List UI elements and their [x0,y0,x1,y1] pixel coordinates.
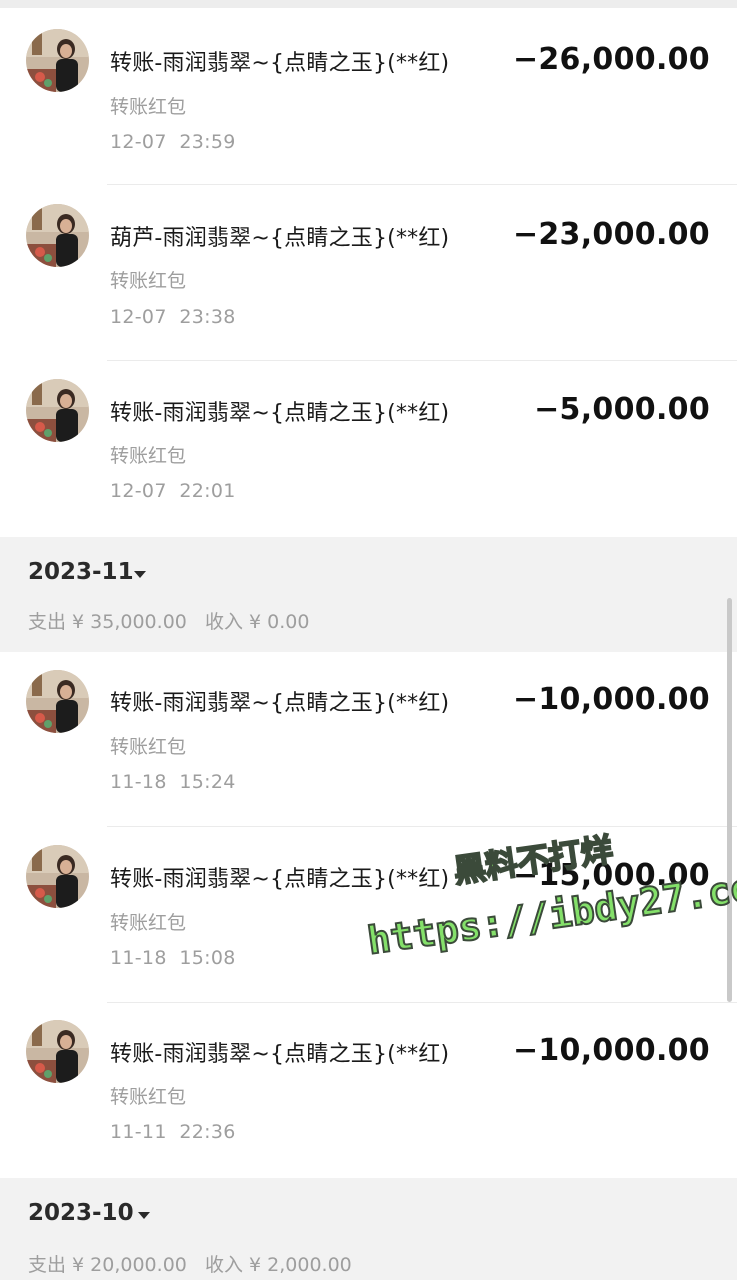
transaction-amount: −26,000.00 [512,42,710,77]
transaction-type: 转账红包 [110,912,187,934]
transaction-type: 转账红包 [110,1086,187,1108]
transaction-time: 11-18 15:24 [110,771,236,793]
transaction-title: 转账-雨润翡翠~{点睛之玉}(**红) [110,1042,450,1067]
transaction-row[interactable]: 转账-雨润翡翠~{点睛之玉}(**红) 转账红包 11-18 15:08 −15… [0,828,737,1003]
top-separator [0,0,737,8]
avatar [26,670,89,733]
transaction-title: 转账-雨润翡翠~{点睛之玉}(**红) [110,51,450,76]
avatar [26,379,89,442]
transaction-type: 转账红包 [110,270,187,292]
transaction-amount: −10,000.00 [512,682,710,717]
transaction-row[interactable]: 葫芦-雨润翡翠~{点睛之玉}(**红) 转账红包 12-07 23:38 −23… [0,186,737,361]
user-photo-avatar-icon [26,1020,89,1083]
chevron-down-icon[interactable] [138,1212,150,1219]
transaction-time: 12-07 23:59 [110,131,236,153]
transaction-amount: −23,000.00 [512,217,710,252]
row-divider [107,184,737,185]
transaction-row[interactable]: 转账-雨润翡翠~{点睛之玉}(**红) 转账红包 12-07 23:59 −26… [0,10,737,185]
month-header[interactable]: 2023-10 支出 ¥ 20,000.00 收入 ¥ 2,000.00 [0,1178,737,1280]
transaction-amount: −10,000.00 [512,1033,710,1068]
transaction-row[interactable]: 转账-雨润翡翠~{点睛之玉}(**红) 转账红包 11-18 15:24 −10… [0,652,737,827]
transaction-time: 11-18 15:08 [110,947,236,969]
user-photo-avatar-icon [26,29,89,92]
user-photo-avatar-icon [26,204,89,267]
avatar [26,845,89,908]
transaction-title: 转账-雨润翡翠~{点睛之玉}(**红) [110,691,450,716]
row-divider [107,826,737,827]
month-label[interactable]: 2023-11 [28,559,134,585]
transaction-time: 11-11 22:36 [110,1121,236,1143]
transaction-time: 12-07 22:01 [110,480,236,502]
transaction-type: 转账红包 [110,445,187,467]
transaction-amount: −5,000.00 [534,392,710,427]
transaction-title: 转账-雨润翡翠~{点睛之玉}(**红) [110,401,450,426]
user-photo-avatar-icon [26,845,89,908]
avatar [26,204,89,267]
transaction-type: 转账红包 [110,736,187,758]
user-photo-avatar-icon [26,670,89,733]
month-label[interactable]: 2023-10 [28,1200,134,1226]
transaction-title: 转账-雨润翡翠~{点睛之玉}(**红) [110,867,450,892]
user-photo-avatar-icon [26,379,89,442]
avatar [26,1020,89,1083]
scrollbar[interactable] [727,598,732,1002]
chevron-down-icon[interactable] [134,571,146,578]
month-summary: 支出 ¥ 35,000.00 收入 ¥ 0.00 [28,611,310,633]
month-summary: 支出 ¥ 20,000.00 收入 ¥ 2,000.00 [28,1254,352,1276]
transaction-history-screen: 转账-雨润翡翠~{点睛之玉}(**红) 转账红包 12-07 23:59 −26… [0,0,737,1280]
transaction-row[interactable]: 转账-雨润翡翠~{点睛之玉}(**红) 转账红包 11-11 22:36 −10… [0,1003,737,1178]
transaction-title: 葫芦-雨润翡翠~{点睛之玉}(**红) [110,226,450,251]
transaction-time: 12-07 23:38 [110,306,236,328]
month-header[interactable]: 2023-11 支出 ¥ 35,000.00 收入 ¥ 0.00 [0,537,737,652]
transaction-amount: −15,000.00 [512,858,710,893]
transaction-row[interactable]: 转账-雨润翡翠~{点睛之玉}(**红) 转账红包 12-07 22:01 −5,… [0,361,737,536]
transaction-type: 转账红包 [110,96,187,118]
avatar [26,29,89,92]
